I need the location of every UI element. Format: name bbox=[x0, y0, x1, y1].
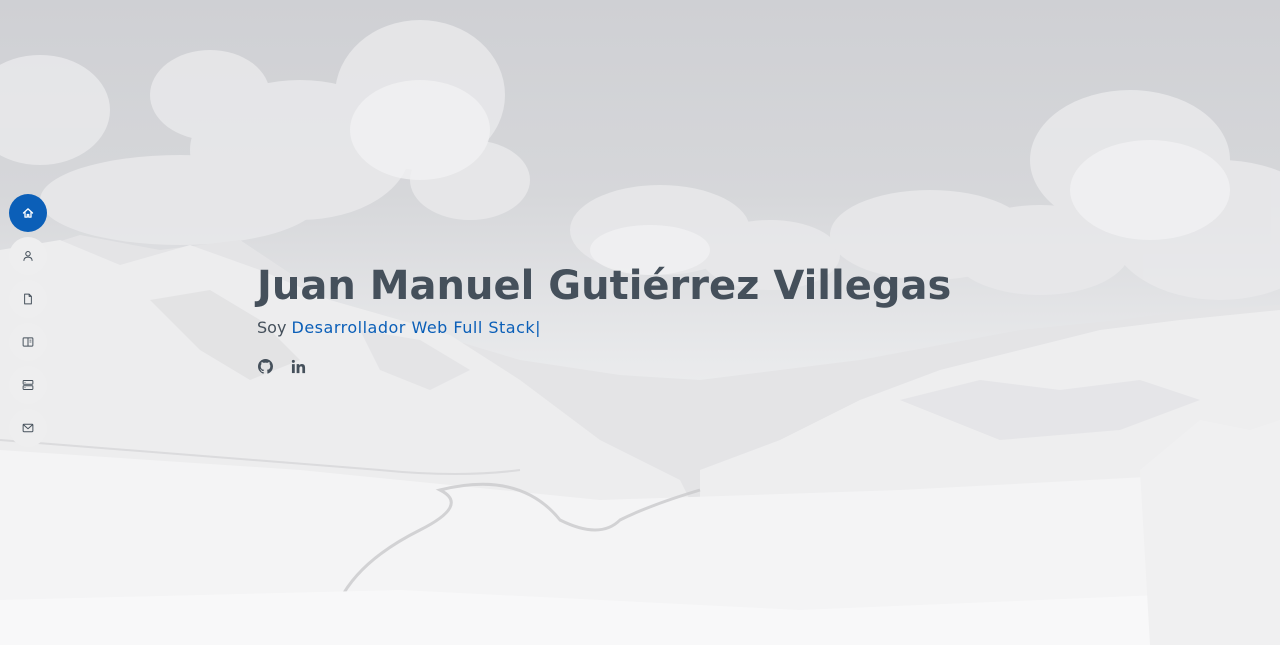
person-icon bbox=[23, 251, 33, 261]
hero-content: Juan Manuel Gutiérrez Villegas Soy Desar… bbox=[257, 262, 1057, 375]
book-icon bbox=[22, 337, 34, 347]
linkedin-icon bbox=[291, 359, 306, 374]
social-links bbox=[257, 358, 1057, 375]
home-icon bbox=[22, 208, 34, 218]
nav-item-about[interactable] bbox=[9, 237, 47, 275]
hero-role: Desarrollador Web Full Stack bbox=[291, 318, 536, 337]
nav-item-services[interactable] bbox=[9, 366, 47, 404]
github-icon bbox=[258, 359, 273, 374]
file-icon bbox=[24, 293, 32, 305]
typing-cursor: | bbox=[535, 318, 541, 337]
nav-item-resume[interactable] bbox=[9, 280, 47, 318]
envelope-icon bbox=[22, 423, 34, 433]
hero-name: Juan Manuel Gutiérrez Villegas bbox=[257, 263, 952, 309]
linkedin-link[interactable] bbox=[290, 358, 307, 375]
hero-section: Juan Manuel Gutiérrez Villegas Soy Desar… bbox=[0, 0, 1280, 645]
hero-intro: Soy bbox=[257, 318, 287, 337]
nav-item-contact[interactable] bbox=[9, 409, 47, 447]
nav-item-home[interactable] bbox=[9, 194, 47, 232]
server-icon bbox=[22, 380, 34, 390]
hero-subtitle: Soy Desarrollador Web Full Stack| bbox=[257, 318, 1057, 338]
nav-item-portfolio[interactable] bbox=[9, 323, 47, 361]
github-link[interactable] bbox=[257, 358, 274, 375]
side-navigation bbox=[9, 194, 47, 452]
